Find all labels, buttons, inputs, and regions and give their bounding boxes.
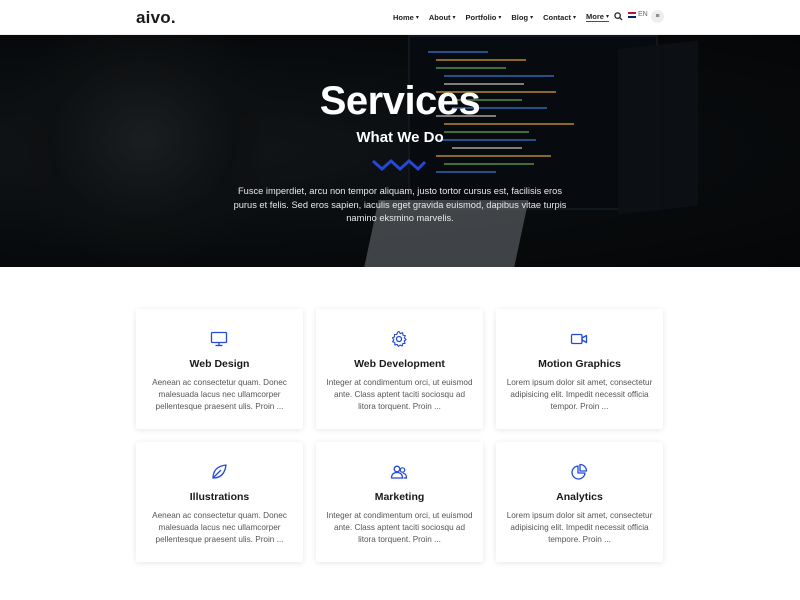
- chevron-down-icon: ▾: [452, 14, 456, 21]
- video-camera-icon: [570, 333, 588, 345]
- service-card-illustrations[interactable]: Illustrations Aenean ac consectetur quam…: [136, 442, 303, 562]
- chevron-down-icon: ▾: [530, 14, 534, 21]
- chevron-down-icon: ▾: [498, 14, 502, 21]
- nav-home[interactable]: Home ▾: [393, 13, 419, 22]
- nav-about[interactable]: About ▾: [429, 13, 456, 22]
- hero-section: Services What We Do Fusce imperdiet, arc…: [0, 35, 800, 267]
- nav-about-label: About: [428, 12, 451, 22]
- monitor-icon: [210, 331, 228, 347]
- hero-description: Fusce imperdiet, arcu non tempor aliquam…: [233, 186, 567, 223]
- nav-portfolio[interactable]: Portfolio ▾: [466, 13, 502, 22]
- leaf-icon: [212, 464, 227, 479]
- service-card-motion-graphics[interactable]: Motion Graphics Lorem ipsum dolor sit am…: [496, 309, 663, 429]
- menu-button[interactable]: ≡: [651, 10, 664, 23]
- nav-more-label: More: [586, 12, 604, 21]
- services-grid: Web Design Aenean ac consectetur quam. D…: [136, 309, 664, 562]
- flag-icon: [628, 11, 636, 18]
- nav-contact-label: Contact: [543, 12, 571, 22]
- site-header: aivo. Home ▾ About ▾ Portfolio ▾ Blog ▾ Cont…: [0, 0, 800, 35]
- chevron-down-icon: ▾: [605, 14, 609, 20]
- zigzag-divider-icon: [372, 158, 427, 172]
- page-title: Services: [319, 79, 481, 123]
- users-icon: [390, 465, 408, 479]
- service-description: Integer at condimentum orci, ut euismod …: [326, 511, 473, 544]
- service-title: Marketing: [374, 491, 425, 503]
- chevron-down-icon: ▾: [573, 14, 577, 21]
- nav-blog-label: Blog: [511, 12, 529, 22]
- service-card-web-development[interactable]: Web Development Integer at condimentum o…: [316, 309, 483, 429]
- service-card-web-design[interactable]: Web Design Aenean ac consectetur quam. D…: [136, 309, 303, 429]
- language-label: EN: [638, 11, 648, 18]
- service-title: Motion Graphics: [538, 358, 621, 370]
- service-card-analytics[interactable]: Analytics Lorem ipsum dolor sit amet, co…: [496, 442, 663, 562]
- service-description: Integer at condimentum orci, ut euismod …: [326, 378, 473, 411]
- search-icon[interactable]: [614, 12, 623, 21]
- service-description: Aenean ac consectetur quam. Donec malesu…: [152, 378, 287, 411]
- pie-chart-icon: [571, 463, 588, 480]
- service-card-marketing[interactable]: Marketing Integer at condimentum orci, u…: [316, 442, 483, 562]
- service-title: Web Design: [189, 358, 250, 370]
- service-title: Illustrations: [189, 491, 250, 503]
- service-description: Lorem ipsum dolor sit amet, consectetur …: [506, 511, 653, 544]
- nav-blog[interactable]: Blog ▾: [511, 13, 533, 22]
- page-subtitle: What We Do: [356, 129, 444, 146]
- service-description: Lorem ipsum dolor sit amet, consectetur …: [506, 378, 653, 411]
- gear-icon: [391, 330, 407, 348]
- language-selector[interactable]: EN: [628, 11, 648, 18]
- logo[interactable]: aivo.: [136, 8, 176, 28]
- service-title: Analytics: [556, 491, 603, 503]
- nav-contact[interactable]: Contact ▾: [543, 13, 576, 22]
- nav-portfolio-label: Portfolio: [465, 12, 497, 22]
- main-nav: Home ▾ About ▾ Portfolio ▾ Blog ▾ Contact ▾ M…: [393, 12, 619, 22]
- service-description: Aenean ac consectetur quam. Donec malesu…: [152, 511, 287, 544]
- nav-home-label: Home: [393, 12, 414, 22]
- hero-overlay: [0, 35, 800, 267]
- menu-icon: ≡: [655, 13, 660, 20]
- chevron-down-icon: ▾: [415, 14, 419, 21]
- service-title: Web Development: [354, 358, 445, 370]
- nav-more[interactable]: More ▾: [586, 12, 609, 22]
